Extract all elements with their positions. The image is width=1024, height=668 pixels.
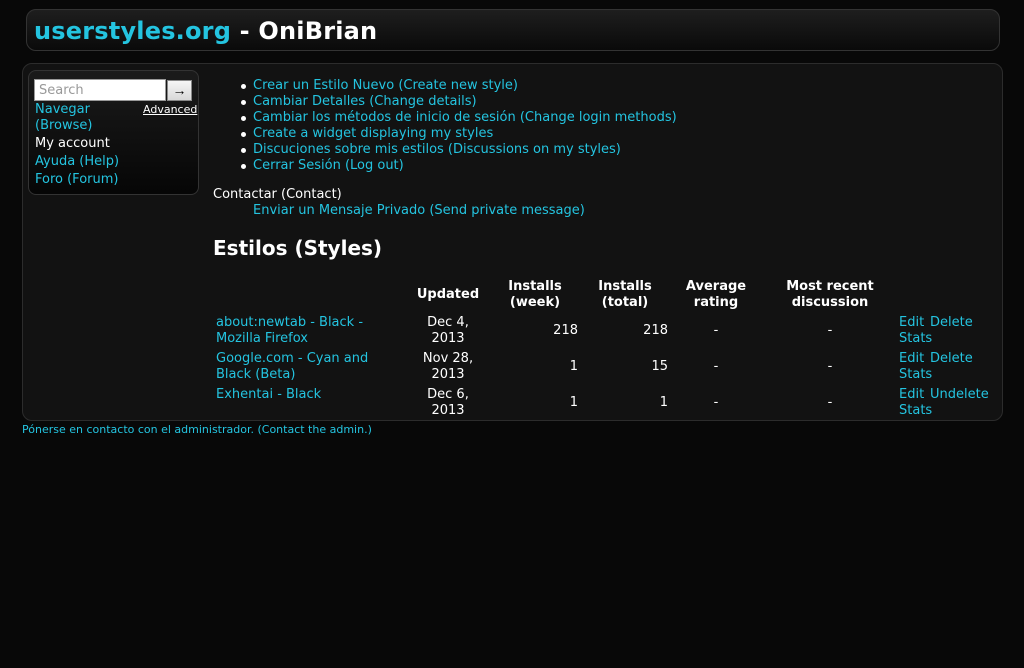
title-separator: - bbox=[231, 17, 259, 45]
style-name-link[interactable]: about:newtab - Black - Mozilla Firefox bbox=[216, 315, 396, 347]
delete-style-link[interactable]: Delete bbox=[930, 315, 973, 331]
action-item: Cambiar los métodos de inicio de sesión … bbox=[241, 110, 677, 126]
sidebar-label-my-account: My account bbox=[35, 136, 110, 151]
style-installs-week: 1 bbox=[569, 359, 578, 374]
style-name-link[interactable]: Google.com - Cyan and Black (Beta) bbox=[216, 351, 396, 383]
style-recent-discussion: - bbox=[827, 323, 833, 338]
style-installs-week: 1 bbox=[569, 395, 578, 410]
action-item: Discuciones sobre mis estilos (Discussio… bbox=[241, 142, 677, 158]
send-private-message-link[interactable]: Enviar un Mensaje Privado (Send private … bbox=[253, 203, 585, 219]
column-header-most-recent-discussion: Most recent discussion bbox=[786, 279, 874, 310]
style-installs-week: 218 bbox=[553, 323, 578, 338]
edit-style-link[interactable]: Edit bbox=[899, 351, 924, 367]
style-updated: Dec 4, 2013 bbox=[427, 315, 469, 346]
change-details-link[interactable]: Cambiar Detalles (Change details) bbox=[253, 94, 477, 109]
action-item: Cerrar Sesión (Log out) bbox=[241, 158, 677, 174]
style-updated: Nov 28, 2013 bbox=[422, 351, 474, 382]
style-recent-discussion: - bbox=[827, 359, 833, 374]
discussions-link[interactable]: Discuciones sobre mis estilos (Discussio… bbox=[253, 142, 621, 157]
contact-label: Contactar (Contact) bbox=[213, 187, 342, 202]
username-title: OniBrian bbox=[258, 17, 378, 45]
undelete-style-link[interactable]: Undelete bbox=[930, 387, 989, 403]
delete-style-link[interactable]: Delete bbox=[930, 351, 973, 367]
sidebar-item-browse: Navegar (Browse) bbox=[35, 102, 145, 134]
column-header-average-rating: Average rating bbox=[685, 279, 747, 310]
style-installs-total: 15 bbox=[651, 359, 668, 374]
style-installs-total: 1 bbox=[659, 395, 668, 410]
sidebar-item-forum: Foro (Forum) bbox=[35, 172, 145, 188]
sidebar-link-help[interactable]: Ayuda (Help) bbox=[35, 154, 119, 169]
change-login-methods-link[interactable]: Cambiar los métodos de inicio de sesión … bbox=[253, 110, 677, 125]
style-stats-link[interactable]: Stats bbox=[899, 403, 932, 419]
action-item: Crear un Estilo Nuevo (Create new style) bbox=[241, 78, 677, 94]
column-header-updated: Updated bbox=[416, 287, 480, 302]
search-input[interactable] bbox=[34, 79, 166, 101]
style-average-rating: - bbox=[713, 323, 719, 338]
account-actions-list: Crear un Estilo Nuevo (Create new style)… bbox=[241, 78, 677, 174]
sidebar-item-my-account: My account bbox=[35, 136, 145, 152]
arrow-right-icon: → bbox=[172, 82, 187, 98]
sidebar-link-browse[interactable]: Navegar (Browse) bbox=[35, 102, 92, 133]
style-name-link[interactable]: Exhentai - Black bbox=[216, 387, 396, 403]
style-stats-link[interactable]: Stats bbox=[899, 367, 932, 383]
sidebar-nav: Navegar (Browse) My account Ayuda (Help)… bbox=[35, 102, 145, 190]
create-style-link[interactable]: Crear un Estilo Nuevo (Create new style) bbox=[253, 78, 518, 93]
style-average-rating: - bbox=[713, 359, 719, 374]
style-average-rating: - bbox=[713, 395, 719, 410]
style-recent-discussion: - bbox=[827, 395, 833, 410]
style-installs-total: 218 bbox=[643, 323, 668, 338]
edit-style-link[interactable]: Edit bbox=[899, 315, 924, 331]
style-updated: Dec 6, 2013 bbox=[427, 387, 469, 418]
action-item: Create a widget displaying my styles bbox=[241, 126, 677, 142]
styles-heading: Estilos (Styles) bbox=[213, 236, 383, 260]
action-item: Cambiar Detalles (Change details) bbox=[241, 94, 677, 110]
column-header-installs-total: Installs (total) bbox=[598, 279, 652, 310]
page-title: userstyles.org - OniBrian bbox=[34, 16, 377, 46]
site-header: userstyles.org - OniBrian bbox=[26, 9, 1000, 51]
column-header-installs-week: Installs (week) bbox=[508, 279, 562, 310]
edit-style-link[interactable]: Edit bbox=[899, 387, 924, 403]
site-home-link[interactable]: userstyles.org bbox=[34, 17, 231, 45]
advanced-search-link[interactable]: Advanced bbox=[143, 103, 197, 116]
log-out-link[interactable]: Cerrar Sesión (Log out) bbox=[253, 158, 404, 173]
create-widget-link[interactable]: Create a widget displaying my styles bbox=[253, 126, 493, 141]
contact-admin-link[interactable]: Pónerse en contacto con el administrador… bbox=[22, 423, 372, 437]
sidebar-link-forum[interactable]: Foro (Forum) bbox=[35, 172, 118, 187]
sidebar-item-help: Ayuda (Help) bbox=[35, 154, 145, 170]
style-stats-link[interactable]: Stats bbox=[899, 331, 932, 347]
search-submit-button[interactable]: → bbox=[167, 80, 192, 101]
